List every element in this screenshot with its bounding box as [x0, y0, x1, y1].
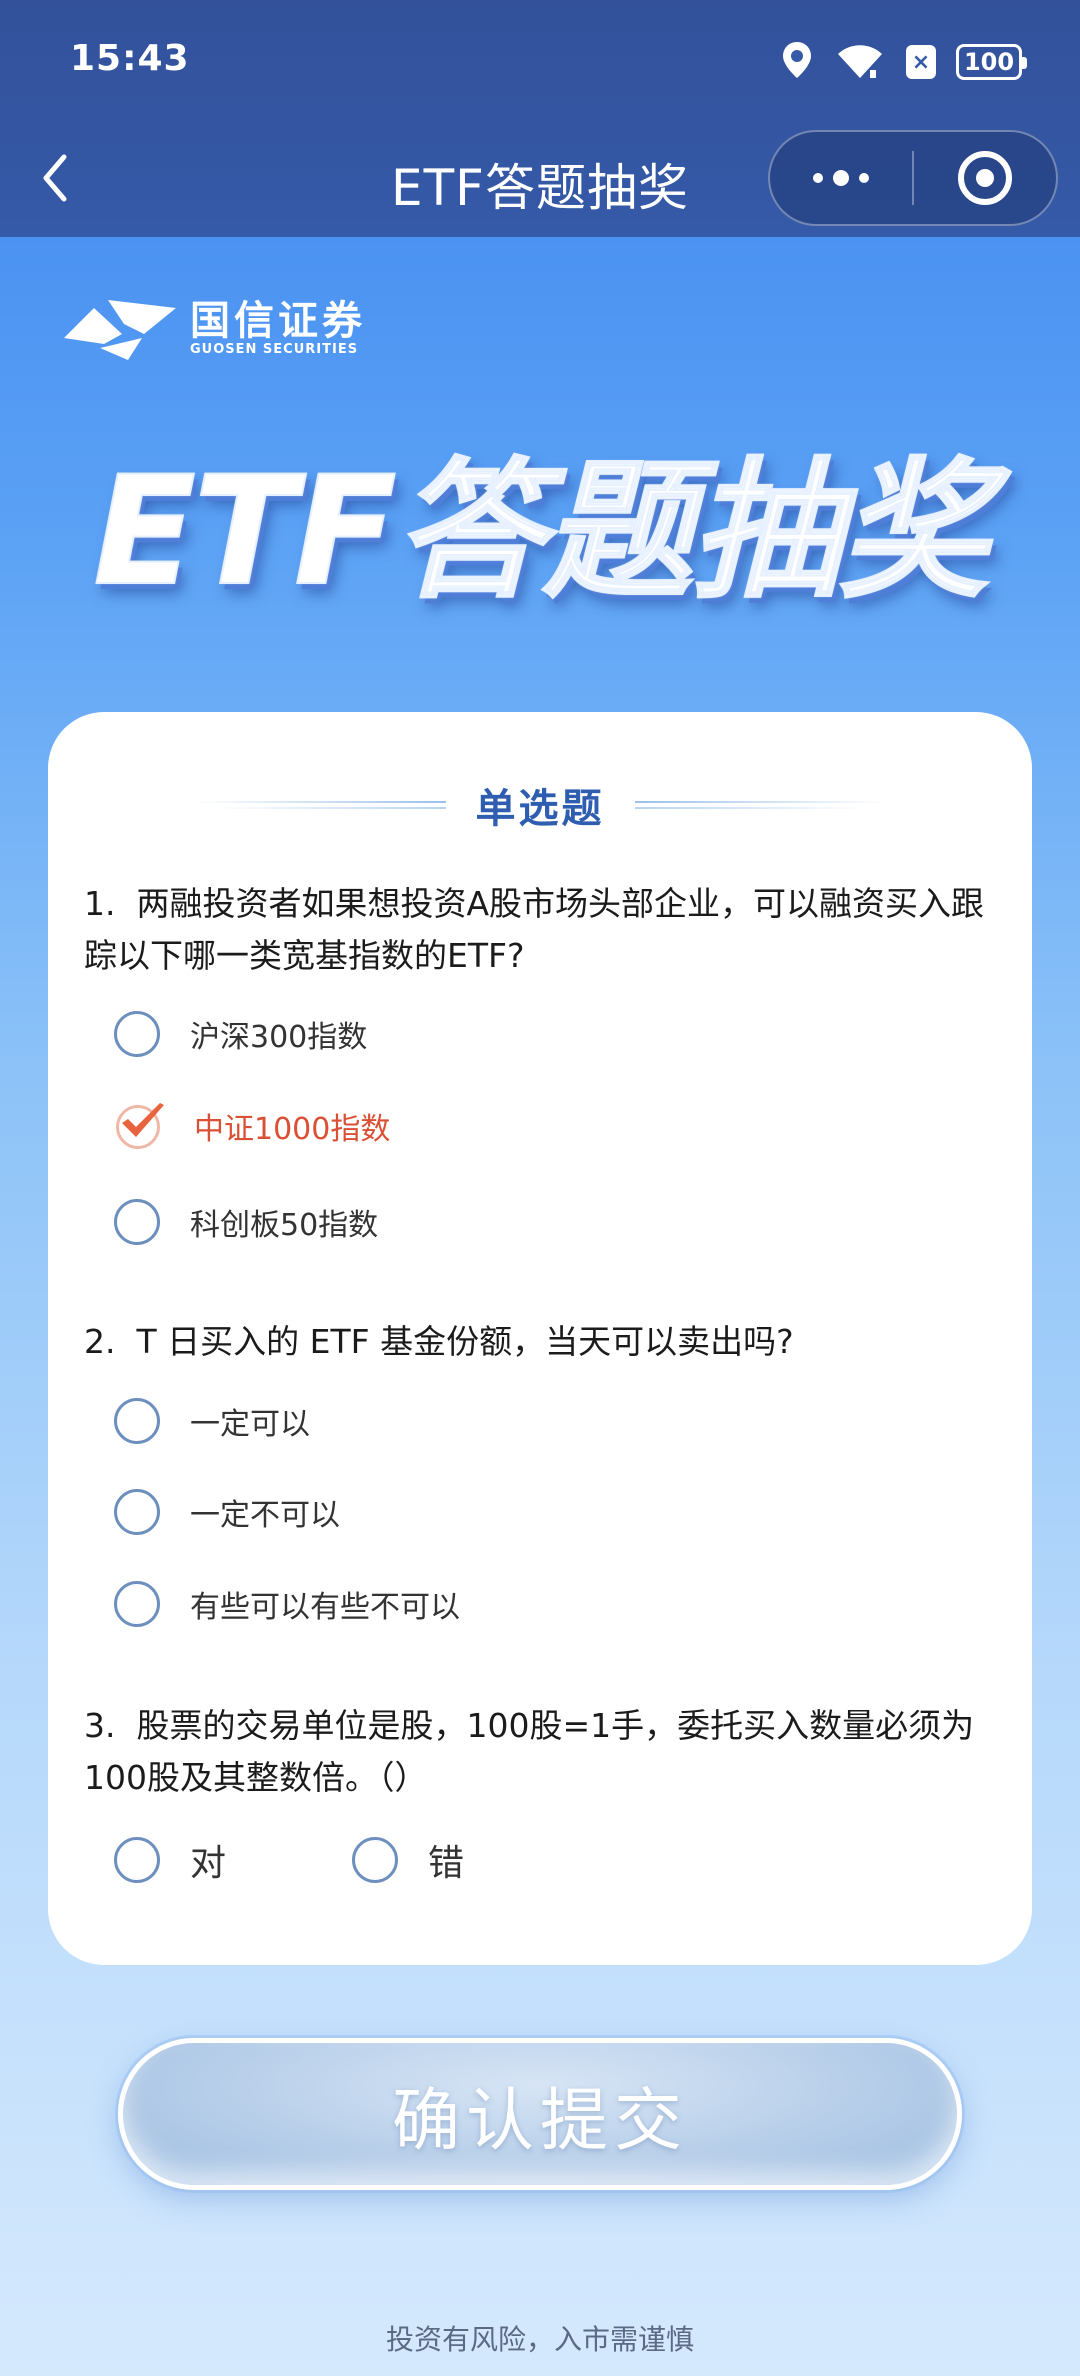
brand-logo: 国信证券 GUOSEN SECURITIES: [64, 294, 366, 362]
header-decor-left: [195, 799, 446, 811]
question-card: 单选题 1. 两融投资者如果想投资A股市场头部企业，可以融资买入跟踪以下哪一类宽…: [48, 712, 1032, 1965]
radio-circle-icon[interactable]: [114, 1581, 160, 1627]
miniapp-capsule: [768, 130, 1058, 226]
header-decor-right: [634, 799, 885, 811]
status-icons: × 100: [780, 38, 1027, 86]
battery-icon: 100: [956, 44, 1027, 80]
risk-disclaimer: 投资有风险，入市需谨慎: [385, 2323, 694, 2356]
q1-option-a[interactable]: 沪深300指数: [114, 1008, 367, 1060]
section-title: 单选题: [475, 786, 605, 832]
option-label: 有些可以有些不可以: [190, 1590, 460, 1625]
submit-button[interactable]: 确认提交: [118, 2038, 962, 2190]
guosen-logo-icon: [64, 300, 176, 360]
option-label: 错: [428, 1843, 465, 1884]
radio-circle-icon[interactable]: [114, 1398, 160, 1444]
close-miniapp-button[interactable]: [914, 132, 1056, 224]
brand-name-cn: 国信证券: [190, 297, 366, 344]
q2-option-b[interactable]: 一定不可以: [114, 1486, 340, 1538]
option-label: 中证1000指数: [194, 1112, 391, 1147]
wifi-icon: [834, 40, 886, 84]
radio-circle-icon[interactable]: [114, 1837, 160, 1883]
q2-option-c[interactable]: 有些可以有些不可以: [114, 1578, 460, 1630]
question-text: 两融投资者如果想投资A股市场头部企业，可以融资买入跟踪以下哪一类宽基指数的ETF…: [84, 884, 985, 975]
status-time: 15:43: [70, 38, 190, 79]
more-dots-icon: [813, 173, 823, 183]
option-label: 对: [190, 1843, 227, 1884]
q1-option-b[interactable]: 中证1000指数: [114, 1100, 390, 1152]
target-icon: [958, 151, 1012, 205]
question-number: 1.: [84, 884, 116, 923]
q3-option-false[interactable]: 错: [352, 1834, 464, 1886]
q1-option-c[interactable]: 科创板50指数: [114, 1196, 378, 1248]
q2-option-a[interactable]: 一定可以: [114, 1395, 310, 1447]
question-number: 3.: [84, 1706, 116, 1745]
option-label: 一定不可以: [190, 1498, 340, 1533]
checked-radio-icon[interactable]: [114, 1101, 164, 1151]
option-label: 科创板50指数: [190, 1208, 379, 1243]
question-text: 股票的交易单位是股，100股=1手，委托买入数量必须为100股及其整数倍。（）: [84, 1706, 975, 1797]
q3-option-true[interactable]: 对: [114, 1834, 226, 1886]
checkmark-icon: [122, 1103, 164, 1137]
radio-circle-icon[interactable]: [114, 1199, 160, 1245]
radio-circle-icon[interactable]: [114, 1011, 160, 1057]
question-3: 3. 股票的交易单位是股，100股=1手，委托买入数量必须为100股及其整数倍。…: [84, 1700, 1004, 1804]
option-label: 沪深300指数: [190, 1020, 368, 1055]
radio-circle-icon[interactable]: [352, 1837, 398, 1883]
question-1: 1. 两融投资者如果想投资A股市场头部企业，可以融资买入跟踪以下哪一类宽基指数的…: [84, 878, 1004, 982]
location-icon: [780, 40, 814, 84]
question-text: T 日买入的 ETF 基金份额，当天可以卖出吗?: [136, 1322, 794, 1361]
sim-x-icon: ×: [906, 45, 936, 79]
option-label: 一定可以: [190, 1407, 310, 1442]
more-button[interactable]: [770, 132, 912, 224]
brand-name-en: GUOSEN SECURITIES: [190, 341, 359, 357]
radio-circle-icon[interactable]: [114, 1489, 160, 1535]
question-2: 2. T 日买入的 ETF 基金份额，当天可以卖出吗?: [84, 1316, 1004, 1368]
hero-title: ETF答题抽奖: [92, 444, 989, 620]
app-header: 15:43 × 100 ETF答题抽奖: [0, 0, 1080, 237]
submit-label: 确认提交: [391, 2081, 688, 2161]
question-number: 2.: [84, 1322, 116, 1361]
section-header: 单选题: [48, 770, 1032, 840]
